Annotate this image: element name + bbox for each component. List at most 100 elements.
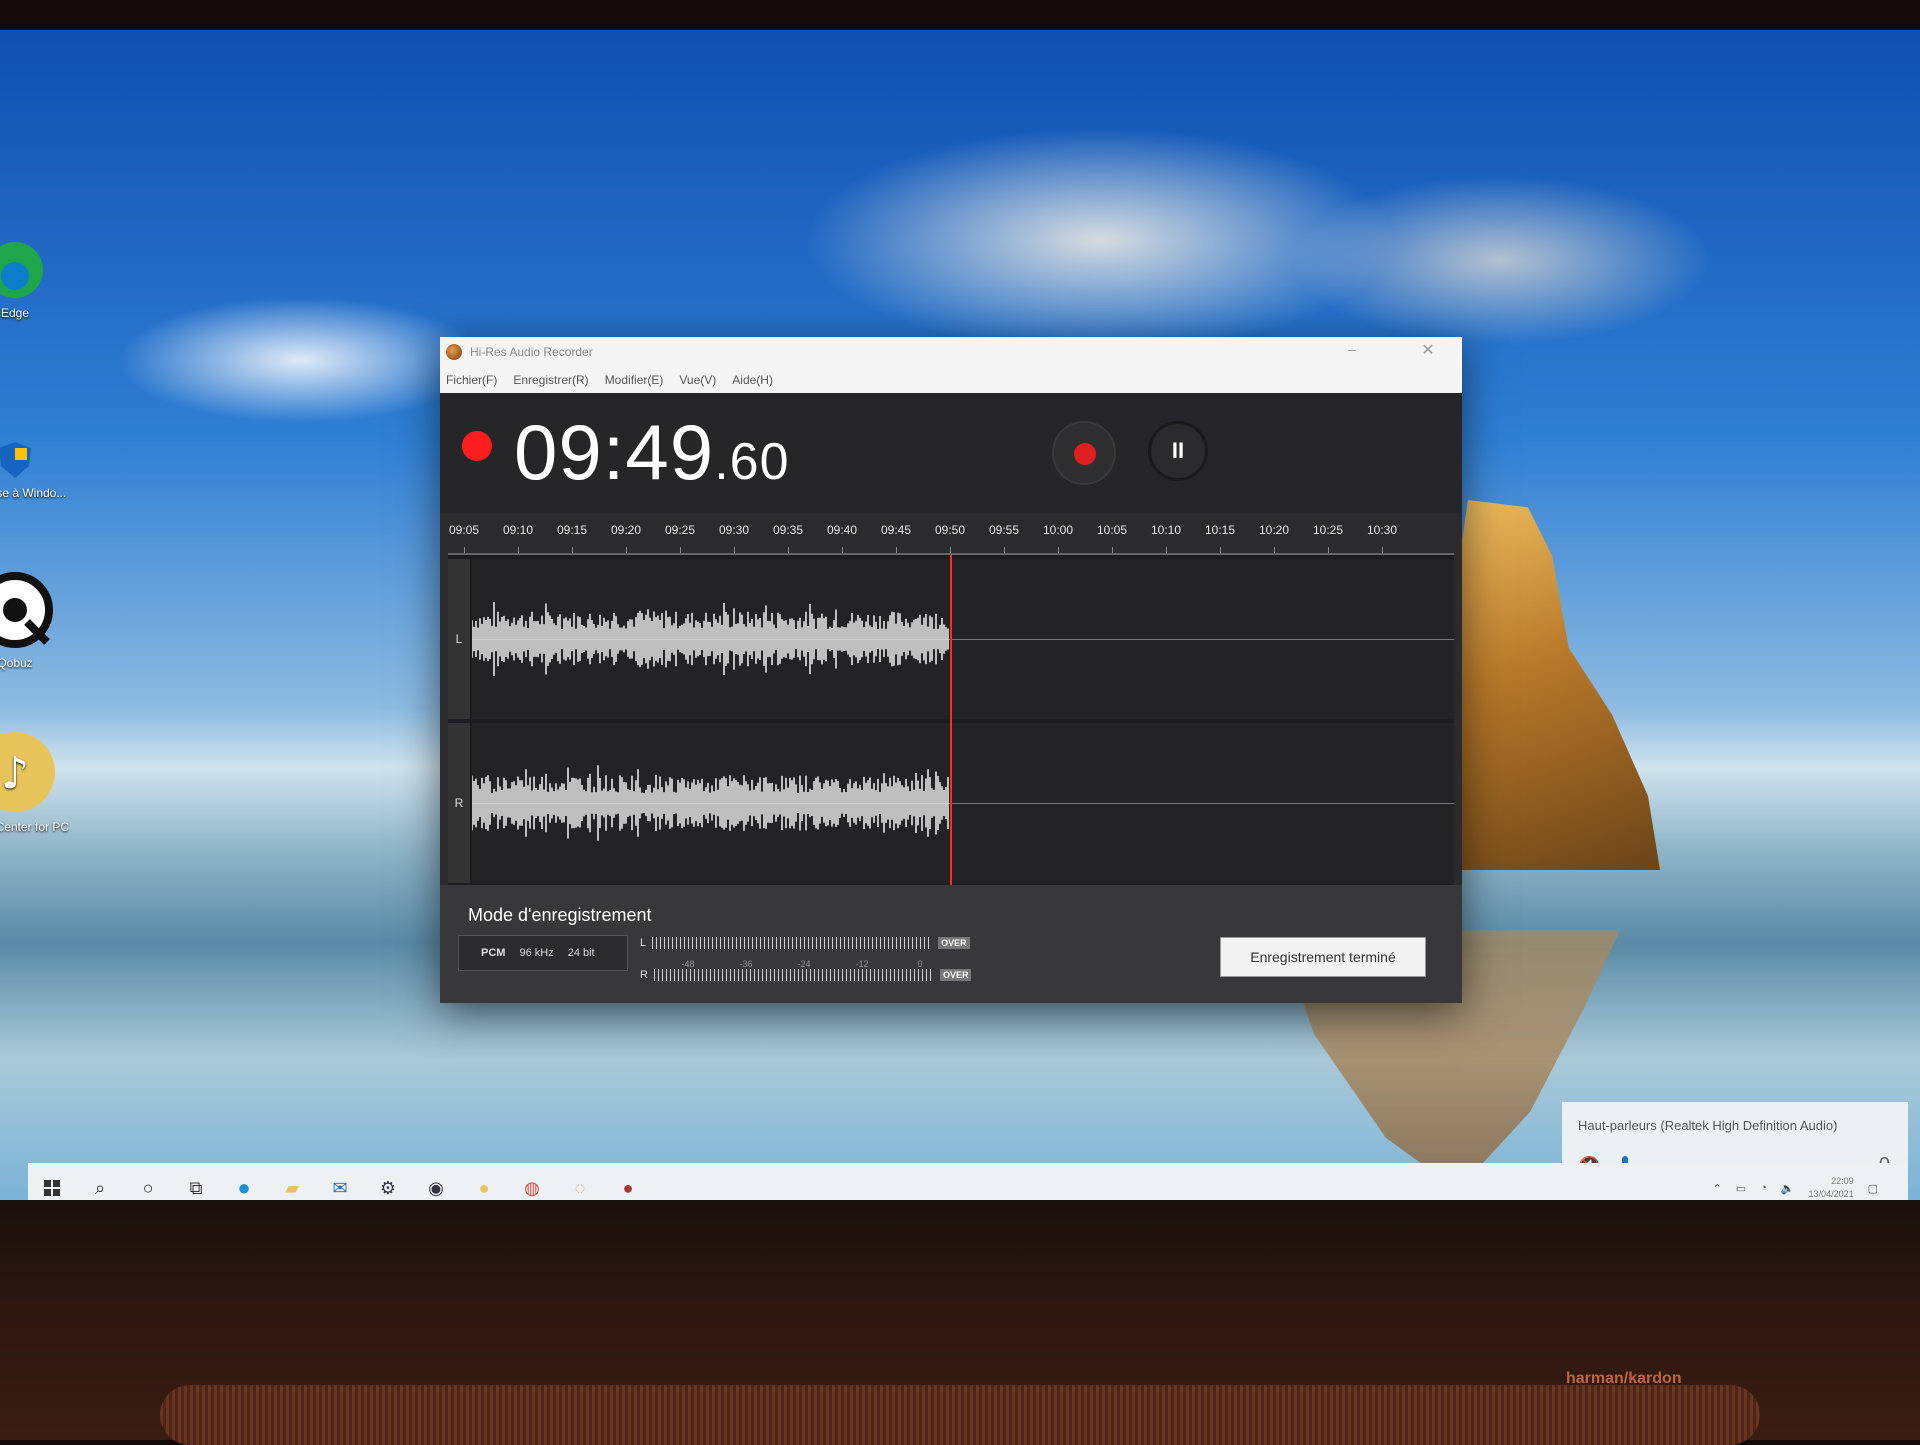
transport-bar: 09:49.60 II [440, 393, 1462, 513]
timeline-tick [1274, 547, 1275, 553]
timeline-label: 09:10 [502, 523, 534, 537]
timeline-ruler[interactable]: 09:05 09:10 09:15 09:20 09:25 09:30 09:35 09:40… [448, 513, 1454, 555]
chrome-icon[interactable]: ◍ [508, 1164, 556, 1200]
timeline-label: 09:25 [664, 523, 696, 537]
app-icon[interactable]: ◌ [556, 1164, 604, 1200]
waveform-right [472, 765, 949, 841]
network-icon[interactable]: ◔ [1760, 1182, 1767, 1194]
file-explorer-icon[interactable]: ▰ [268, 1164, 316, 1200]
shield-icon [0, 442, 31, 478]
audio-device-name: Haut-parleurs (Realtek High Definition A… [1578, 1118, 1838, 1133]
timeline-label: 09:35 [772, 523, 804, 537]
mail-icon[interactable]: ✉ [316, 1164, 364, 1200]
timeline-label: 09:55 [988, 523, 1020, 537]
finish-recording-button[interactable]: Enregistrement terminé [1220, 937, 1426, 977]
over-indicator: OVER [938, 937, 970, 949]
qobuz-icon [0, 572, 53, 648]
timeline-label: 09:45 [880, 523, 912, 537]
music-note-icon: ♪ [0, 732, 55, 812]
timeline-label: 09:15 [556, 523, 588, 537]
track-left [472, 559, 1454, 719]
recording-mode-panel: Mode d'enregistrement PCM 96 kHz 24 bit … [440, 885, 1462, 1003]
timeline-tick [680, 547, 681, 553]
svg-text:♪: ♪ [1, 748, 29, 799]
channel-label-left: L [448, 559, 470, 719]
cortana-icon[interactable]: ○ [124, 1164, 172, 1200]
hi-res-recorder-icon[interactable]: ● [604, 1164, 652, 1200]
timeline-label: 10:20 [1258, 523, 1290, 537]
menu-fichier[interactable]: Fichier(F) [446, 373, 497, 387]
db-scale-label: -12 [855, 959, 869, 969]
track-right [472, 723, 1454, 883]
minimize-button[interactable]: – [1332, 341, 1372, 363]
timeline-label: 09:30 [718, 523, 750, 537]
music-center-icon[interactable]: ● [460, 1164, 508, 1200]
timeline-label: 10:00 [1042, 523, 1074, 537]
pause-button[interactable]: II [1148, 421, 1208, 481]
edge-icon[interactable]: ● [220, 1164, 268, 1200]
timeline-label: 10:25 [1312, 523, 1344, 537]
notification-icon[interactable]: ▢ [1868, 1182, 1878, 1195]
menu-aide[interactable]: Aide(H) [732, 373, 773, 387]
timeline-label: 10:10 [1150, 523, 1182, 537]
format-depth: 24 bit [567, 947, 595, 959]
timeline-label: 09:50 [934, 523, 966, 537]
timeline-label: 10:05 [1096, 523, 1128, 537]
db-scale-label: -36 [739, 959, 753, 969]
recording-indicator-icon [462, 431, 492, 461]
timeline-tick [518, 547, 519, 553]
record-button[interactable] [1052, 421, 1116, 485]
chevron-up-icon[interactable]: ⌃ [1713, 1182, 1722, 1195]
menu-vue[interactable]: Vue(V) [679, 373, 716, 387]
clock[interactable]: 22:09 13/04/2021 [1809, 1175, 1854, 1200]
db-scale-label: -24 [797, 959, 811, 969]
timeline-tick [464, 547, 465, 553]
speaker-muted-icon[interactable]: 🔈 [1781, 1182, 1795, 1195]
waveform-path [472, 765, 949, 841]
db-scale-label: -48 [681, 959, 695, 969]
meter-channel-label: R [640, 969, 648, 981]
waveform-left [472, 602, 949, 676]
task-view-icon[interactable]: ⧉ [172, 1164, 220, 1200]
window-title: Hi-Res Audio Recorder [470, 345, 593, 359]
elapsed-time: 09:49.60 [514, 407, 790, 498]
timeline-label: 09:20 [610, 523, 642, 537]
settings-icon[interactable]: ⚙ [364, 1164, 412, 1200]
timeline-label: 09:40 [826, 523, 858, 537]
desktop-icon-label: Edge [0, 306, 30, 320]
timeline-tick [1328, 547, 1329, 553]
menu-enregistrer[interactable]: Enregistrer(R) [513, 373, 588, 387]
timeline-tick [1112, 547, 1113, 553]
db-scale-label: 0 [917, 959, 923, 969]
desktop-icon-qobuz[interactable]: Qobuz [0, 570, 70, 670]
playhead-cursor[interactable] [950, 555, 952, 885]
timeline-tick [950, 547, 951, 553]
desktop-icon-windows-update[interactable]: ...e Mise à Windo... [0, 440, 70, 500]
desktop-icon-edge[interactable]: Edge [0, 240, 70, 320]
format-box[interactable]: PCM 96 kHz 24 bit [458, 935, 628, 971]
record-icon [1074, 443, 1096, 465]
channel-label-right: R [448, 723, 470, 883]
desktop-icon-music-center[interactable]: ♪ Music Center for PC [0, 730, 70, 834]
desktop-icon-label: Music Center for PC [0, 820, 70, 834]
qobuz-icon[interactable]: ◉ [412, 1164, 460, 1200]
close-button[interactable]: ✕ [1408, 340, 1448, 364]
taskbar: ⌕ ○ ⧉ ● ▰ ✉ ⚙ ◉ ● ◍ ◌ ● ⌃ ▭ ◔ 🔈 22:09 13… [28, 1163, 1908, 1200]
brand-logo: harman/kardon [1566, 1370, 1682, 1387]
system-tray: ⌃ ▭ ◔ 🔈 22:09 13/04/2021 ▢ [1713, 1163, 1878, 1200]
title-bar[interactable]: Hi-Res Audio Recorder – ✕ [440, 337, 1462, 367]
level-meter-left: L OVER [640, 937, 970, 949]
timeline-tick [626, 547, 627, 553]
timeline-tick [734, 547, 735, 553]
battery-icon[interactable]: ▭ [1736, 1182, 1746, 1195]
windows-start-icon[interactable] [28, 1164, 76, 1200]
search-icon[interactable]: ⌕ [76, 1164, 124, 1200]
waveform-path [472, 602, 949, 676]
timeline-tick [1058, 547, 1059, 553]
timeline-tick [842, 547, 843, 553]
level-meter-right: R OVER [640, 969, 972, 981]
menu-modifier[interactable]: Modifier(E) [605, 373, 664, 387]
timeline-tick [1382, 547, 1383, 553]
desktop-icon-label: Qobuz [0, 656, 33, 670]
waveform-area[interactable]: L R [448, 555, 1454, 885]
